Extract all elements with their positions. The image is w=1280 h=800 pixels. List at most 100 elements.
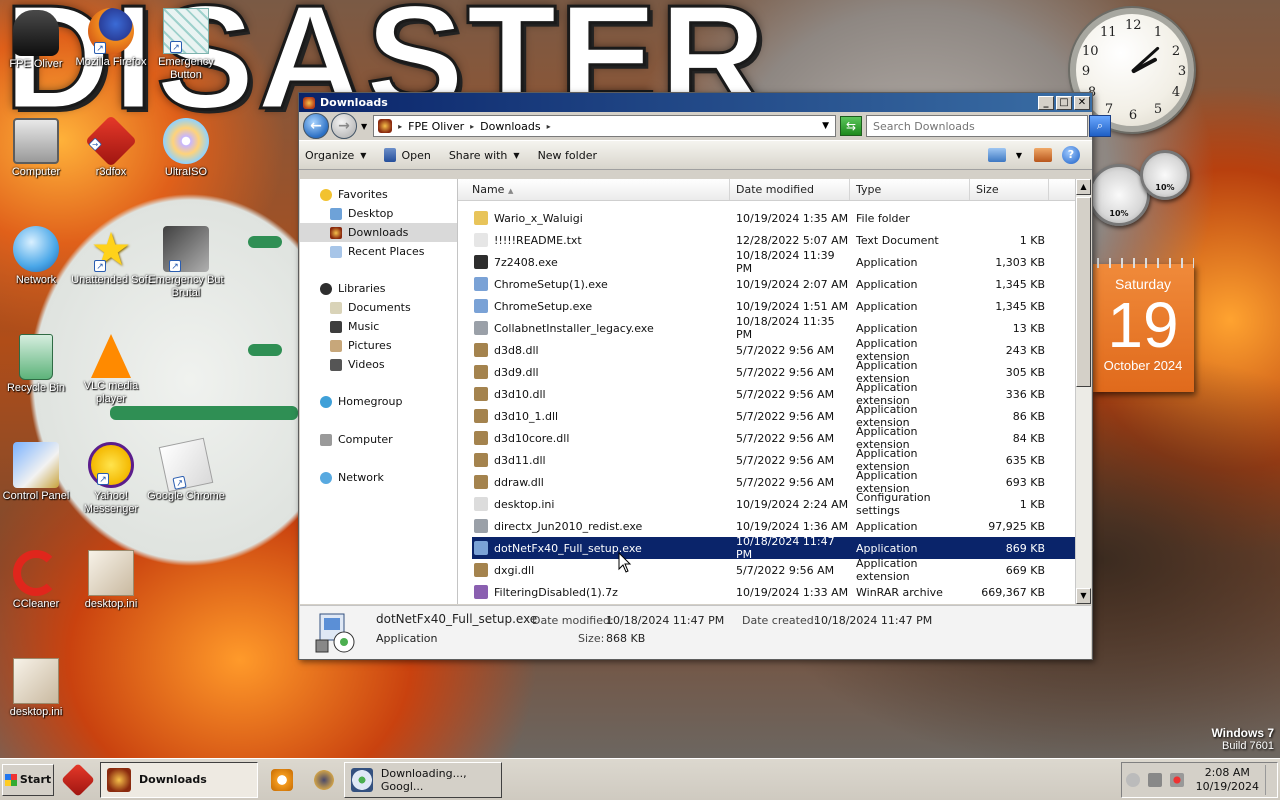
file-row[interactable]: ChromeSetup(1).exe 10/19/2024 2:07 AM Appl… — [458, 273, 1075, 295]
file-row[interactable]: directx_Jun2010_redist.exe 10/19/2024 1:3… — [458, 515, 1075, 537]
breadcrumb-chevron-icon[interactable]: ▸ — [547, 122, 551, 131]
text-file-icon — [474, 233, 488, 247]
file-type: WinRAR archive — [856, 585, 943, 599]
file-row[interactable]: ddraw.dll 5/7/2022 9:56 AM Application ext… — [458, 469, 1075, 495]
address-dropdown-icon[interactable]: ▼ — [822, 121, 829, 131]
desktop-icon-emergency-but-brutal[interactable]: ↗ Emergency But Brutal — [146, 226, 226, 300]
forward-button[interactable]: → — [331, 113, 357, 139]
desktop-icon-ccleaner[interactable]: CCleaner — [0, 550, 76, 611]
desktop-icon-google-chrome[interactable]: ↗ Google Chrome — [146, 437, 226, 503]
nav-documents[interactable]: Documents — [300, 298, 457, 317]
desktop-icon-desktop-ini[interactable]: desktop.ini — [71, 550, 151, 611]
desktop-icon-control-panel[interactable]: Control Panel — [0, 442, 76, 503]
start-button[interactable]: Start — [2, 763, 54, 796]
nav-desktop[interactable]: Desktop — [300, 204, 457, 223]
file-row[interactable]: desktop.ini 10/19/2024 2:24 AM Configurati… — [458, 491, 1075, 517]
desktop-icon-ultraiso[interactable]: UltraISO — [146, 118, 226, 179]
file-row[interactable]: d3d9.dll 5/7/2022 9:56 AM Application exte… — [458, 359, 1075, 385]
file-row[interactable]: dxgi.dll 5/7/2022 9:56 AM Application exte… — [458, 557, 1075, 583]
refresh-button[interactable]: ⇆ — [840, 116, 862, 136]
minimize-button[interactable]: _ — [1038, 95, 1054, 110]
nav-homegroup[interactable]: Homegroup — [300, 392, 457, 411]
help-button[interactable]: ? — [1062, 146, 1080, 164]
column-date-modified[interactable]: Date modified — [730, 179, 850, 200]
breadcrumb-user[interactable]: FPE Oliver — [408, 120, 464, 133]
file-row[interactable]: FilteringDisabled(1).7z 10/19/2024 1:33 A… — [458, 581, 1075, 603]
desktop-icon-computer[interactable]: Computer — [0, 118, 76, 179]
organize-button[interactable]: Organize ▼ — [305, 149, 366, 162]
new-folder-button[interactable]: New folder — [538, 149, 597, 162]
column-name[interactable]: Name ▲ — [458, 179, 730, 200]
back-button[interactable]: ← — [303, 113, 329, 139]
nav-favorites[interactable]: Favorites — [300, 185, 457, 204]
file-row[interactable]: d3d10core.dll 5/7/2022 9:56 AM Application… — [458, 425, 1075, 451]
file-name-cell: desktop.ini — [458, 497, 730, 511]
nav-recent-places[interactable]: Recent Places — [300, 242, 457, 261]
task-downloading-chrome[interactable]: Downloading..., Googl... — [344, 761, 502, 798]
column-type[interactable]: Type — [850, 179, 970, 200]
file-row[interactable]: d3d11.dll 5/7/2022 9:56 AM Application ext… — [458, 447, 1075, 473]
breadcrumb-chevron-icon[interactable]: ▸ — [470, 122, 474, 131]
file-row[interactable]: !!!!!README.txt 12/28/2022 5:07 AM Text Do… — [458, 229, 1075, 251]
scrollbar-thumb[interactable] — [1076, 197, 1091, 387]
pinned-r3dfox[interactable] — [60, 762, 96, 797]
volume-muted-icon[interactable] — [1169, 772, 1184, 787]
preview-pane-icon[interactable] — [1034, 148, 1052, 162]
nav-videos[interactable]: Videos — [300, 355, 457, 374]
desktop-icon-vlc[interactable]: VLC media player — [71, 334, 151, 406]
nav-network[interactable]: Network — [300, 468, 457, 487]
recent-pages-dropdown[interactable]: ▼ — [361, 122, 367, 131]
vertical-scrollbar[interactable]: ▲ ▼ — [1075, 179, 1091, 604]
taskbar-clock[interactable]: 2:08 AM 10/19/2024 — [1196, 766, 1259, 794]
column-size[interactable]: Size — [970, 179, 1049, 200]
desktop-icon-emergency-button[interactable]: ↗ Emergency Button — [146, 8, 226, 82]
desktop-icon-recycle-bin[interactable]: Recycle Bin — [0, 334, 76, 395]
scroll-up-icon[interactable]: ▲ — [1076, 179, 1091, 195]
task-downloads[interactable]: Downloads — [100, 761, 258, 798]
calendar-gadget[interactable]: Saturday 19 October 2024 — [1092, 258, 1194, 392]
nav-computer[interactable]: Computer — [300, 430, 457, 449]
network-tray-icon[interactable] — [1125, 772, 1140, 787]
file-list-pane[interactable]: Name ▲ Date modified Type Size Wario_x_W… — [458, 179, 1075, 604]
file-row[interactable]: Wario_x_Waluigi 10/19/2024 1:35 AM File fo… — [458, 207, 1075, 229]
open-button[interactable]: Open — [384, 148, 431, 162]
desktop-icon-yahoo-messenger[interactable]: ↗ Yahoo! Messenger — [71, 442, 151, 516]
desktop-icon-firefox[interactable]: ↗ Mozilla Firefox — [71, 8, 151, 69]
desktop-icon-r3dfox[interactable]: ↗ r3dfox — [71, 114, 151, 179]
breadcrumb-chevron-icon[interactable]: ▸ — [398, 122, 402, 131]
nav-music[interactable]: Music — [300, 317, 457, 336]
file-row[interactable]: 7z2408.exe 10/18/2024 11:39 PM Application… — [458, 249, 1075, 275]
breadcrumb-downloads[interactable]: Downloads — [480, 120, 540, 133]
scroll-down-icon[interactable]: ▼ — [1076, 588, 1091, 604]
view-dropdown-icon[interactable]: ▼ — [1016, 151, 1022, 160]
nav-libraries[interactable]: Libraries — [300, 279, 457, 298]
file-row[interactable]: CollabnetInstaller_legacy.exe 10/18/2024 … — [458, 315, 1075, 341]
file-row[interactable]: d3d10.dll 5/7/2022 9:56 AM Application ext… — [458, 381, 1075, 407]
file-row[interactable]: d3d10_1.dll 5/7/2022 9:56 AM Application e… — [458, 403, 1075, 429]
close-button[interactable]: ✕ — [1074, 95, 1090, 110]
search-box[interactable]: ⌕ — [866, 115, 1111, 137]
window-titlebar[interactable]: Downloads _ □ ✕ — [299, 93, 1092, 112]
file-row[interactable]: d3d8.dll 5/7/2022 9:56 AM Application exte… — [458, 337, 1075, 363]
share-with-button[interactable]: Share with ▼ — [449, 149, 520, 162]
pinned-media-player[interactable] — [264, 764, 300, 796]
show-desktop-button[interactable] — [1265, 764, 1273, 795]
desktop-icon-unattended-soft[interactable]: ★ ↗ Unattended Soft — [71, 226, 151, 287]
desktop-icon-user-folder[interactable]: FPE Oliver — [0, 10, 76, 71]
pinned-app[interactable] — [306, 764, 342, 796]
cpu-meter-gadget[interactable]: 10% 10% — [1088, 150, 1193, 245]
change-view-icon[interactable] — [987, 148, 1006, 162]
file-row-selected[interactable]: dotNetFx40_Full_setup.exe 10/18/2024 11:4… — [472, 535, 1075, 561]
address-field[interactable]: ▸ FPE Oliver ▸ Downloads ▸ ▼ — [373, 115, 836, 137]
nav-downloads[interactable]: Downloads — [300, 223, 457, 242]
maximize-button[interactable]: □ — [1056, 95, 1072, 110]
search-input[interactable] — [871, 118, 1061, 134]
desktop-icon-desktop-ini-2[interactable]: desktop.ini — [0, 658, 76, 719]
file-row[interactable]: ChromeSetup.exe 10/19/2024 1:51 AM Applica… — [458, 295, 1075, 317]
power-tray-icon[interactable] — [1147, 772, 1162, 787]
navigation-pane[interactable]: Favorites Desktop Downloads Recent Place… — [300, 179, 458, 604]
nav-pictures[interactable]: Pictures — [300, 336, 457, 355]
desktop-icon-network[interactable]: Network — [0, 226, 76, 287]
search-icon[interactable]: ⌕ — [1089, 115, 1111, 137]
explorer-window[interactable]: Downloads _ □ ✕ ← → ▼ ▸ FPE Oliver ▸ Dow… — [298, 92, 1111, 660]
